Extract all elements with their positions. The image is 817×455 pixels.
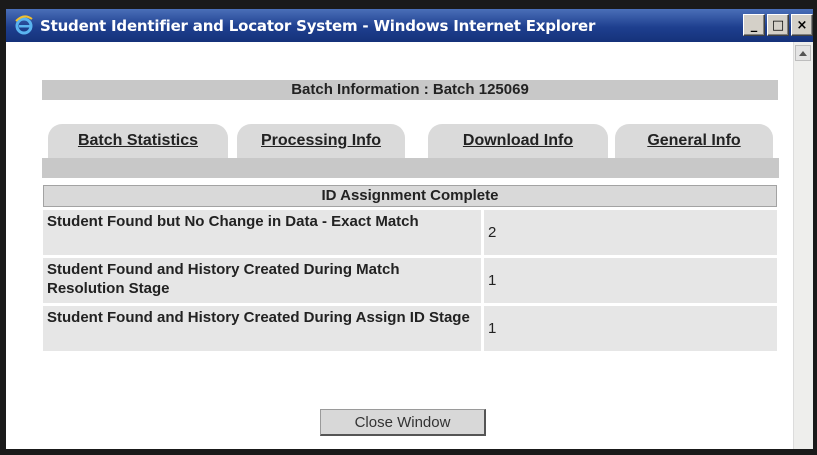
maximize-button[interactable]: □: [767, 14, 789, 36]
tab-general-info[interactable]: General Info: [615, 124, 773, 158]
row-value: 1: [484, 306, 777, 351]
close-window-button[interactable]: Close Window: [320, 409, 486, 436]
window-title: Student Identifier and Locator System - …: [40, 17, 596, 35]
tab-download-info[interactable]: Download Info: [428, 124, 608, 158]
row-value: 1: [484, 258, 777, 303]
minimize-icon: _: [750, 17, 758, 33]
table-row: Student Found and History Created During…: [43, 306, 777, 351]
table-row: Student Found but No Change in Data - Ex…: [43, 210, 777, 255]
tab-bar: [42, 158, 779, 178]
row-label: Student Found and History Created During…: [43, 258, 481, 303]
row-label: Student Found and History Created During…: [43, 306, 481, 351]
tab-processing-info[interactable]: Processing Info: [237, 124, 405, 158]
batch-header: Batch Information : Batch 125069: [42, 80, 778, 100]
internet-explorer-icon: [15, 15, 33, 35]
table-row: Student Found and History Created During…: [43, 258, 777, 303]
scroll-up-arrow-icon[interactable]: [795, 45, 811, 61]
close-icon: ×: [796, 17, 808, 33]
caption-buttons: _ □ ×: [741, 14, 813, 36]
vertical-scrollbar[interactable]: [793, 42, 813, 449]
page-content: Batch Information : Batch 125069 Batch S…: [6, 42, 789, 449]
stats-heading: ID Assignment Complete: [43, 185, 777, 207]
row-label: Student Found but No Change in Data - Ex…: [43, 210, 481, 255]
stats-table: ID Assignment Complete Student Found but…: [43, 185, 777, 351]
close-button[interactable]: ×: [791, 14, 813, 36]
title-bar[interactable]: Student Identifier and Locator System - …: [6, 9, 813, 42]
row-value: 2: [484, 210, 777, 255]
maximize-icon: □: [771, 17, 785, 33]
minimize-button[interactable]: _: [743, 14, 765, 36]
tab-batch-statistics[interactable]: Batch Statistics: [48, 124, 228, 158]
